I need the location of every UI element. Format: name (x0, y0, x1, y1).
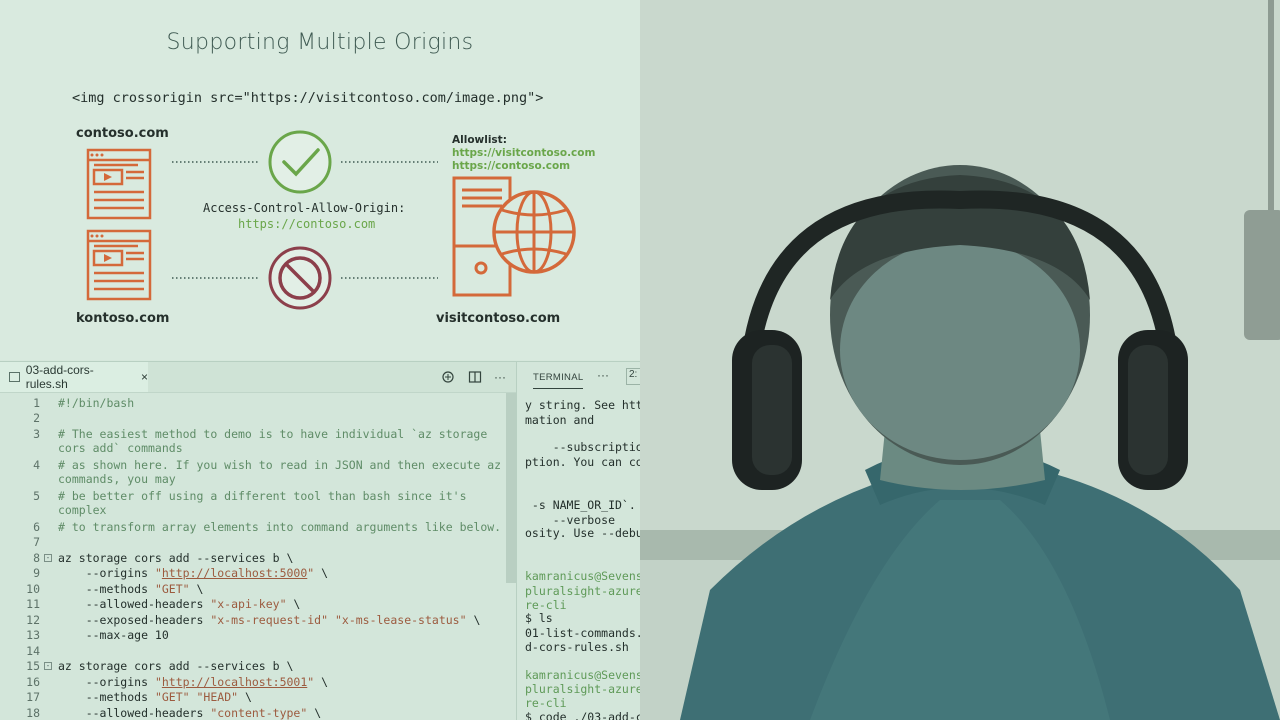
globe-icon (492, 190, 576, 274)
line-number: 7 (33, 535, 40, 549)
close-tab-icon[interactable]: × (141, 370, 148, 384)
person-with-headphones-image (640, 0, 1280, 720)
line-number: 5 (33, 489, 40, 503)
line-number: 13 (26, 628, 40, 642)
code-line: --allowed-headers "content-type" \ (58, 706, 322, 720)
code-line: # be better off using a different tool t… (58, 489, 467, 517)
line-number: 16 (26, 675, 40, 689)
terminal-selector[interactable]: 2: (626, 368, 640, 385)
editor-tab-bar: 03-add-cors-rules.sh × ··· (0, 362, 516, 393)
terminal-prompt-line: re-cli (525, 598, 567, 612)
code-line: --origins "http://localhost:5000" \ (58, 566, 329, 580)
terminal-line: y string. See htt (525, 398, 640, 412)
cors-diagram (86, 130, 576, 310)
terminal-line: mation and (525, 413, 595, 427)
line-number: 18 (26, 706, 40, 720)
terminal-line: ption. You can co (525, 455, 640, 469)
line-number: 10 (26, 582, 40, 596)
terminal-line: $ code ./03-add-c (525, 710, 640, 720)
line-number: 3 (33, 427, 40, 441)
code-area[interactable]: 1 #!/bin/bash 2 3 # The easiest method t… (0, 393, 516, 720)
editor-tab-label: 03-add-cors-rules.sh (25, 363, 94, 391)
code-line: az storage cors add --services b \ (58, 659, 294, 673)
terminal-line: --verbose (525, 513, 616, 527)
line-number: 14 (26, 644, 40, 658)
code-line: --origins "http://localhost:5001" \ (58, 675, 329, 689)
terminal-more-icon[interactable]: ··· (597, 368, 609, 382)
terminal-panel[interactable]: TERMINAL ··· 2: y string. See htt mation… (516, 361, 640, 720)
blocked-circle-icon (268, 246, 332, 310)
code-line: # to transform array elements into comma… (58, 520, 502, 534)
terminal-line: 01-list-commands. (525, 626, 640, 640)
code-line: --max-age 10 (58, 628, 169, 642)
left-panel: Supporting Multiple Origins <img crossor… (0, 0, 640, 720)
browser-window-icon (86, 229, 152, 301)
terminal-header: TERMINAL ··· 2: (517, 362, 640, 392)
fold-icon[interactable]: - (44, 554, 52, 562)
line-number: 1 (33, 396, 40, 410)
open-changes-icon[interactable] (440, 369, 456, 385)
check-circle-icon (268, 130, 332, 194)
editor-tab[interactable]: 03-add-cors-rules.sh × (0, 362, 148, 392)
browser-window-icon (86, 148, 152, 220)
terminal-prompt-line: kamranicus@Sevens (525, 668, 640, 682)
terminal-prompt-line: pluralsight-azure (525, 682, 640, 696)
line-number: 9 (33, 566, 40, 580)
line-number: 8 (33, 551, 40, 565)
line-number: 2 (33, 411, 40, 425)
more-actions-icon[interactable]: ··· (492, 369, 508, 385)
code-line: # The easiest method to demo is to have … (58, 427, 488, 455)
terminal-line: osity. Use --debu (525, 526, 640, 540)
code-line: az storage cors add --services b \ (58, 551, 294, 565)
slide: Supporting Multiple Origins <img crossor… (0, 0, 640, 360)
code-line: --methods "GET" "HEAD" \ (58, 690, 252, 704)
editor-scrollbar[interactable] (506, 393, 516, 583)
terminal-line: --subscriptio (525, 440, 640, 454)
fold-icon[interactable]: - (44, 662, 52, 670)
terminal-tab[interactable]: TERMINAL (533, 372, 584, 389)
line-number: 17 (26, 690, 40, 704)
terminal-prompt-line: pluralsight-azure (525, 584, 640, 598)
terminal-line: d-cors-rules.sh (525, 640, 629, 654)
file-icon (9, 372, 20, 382)
split-editor-icon[interactable] (467, 369, 483, 385)
code-line: --exposed-headers "x-ms-request-id" "x-m… (58, 613, 481, 627)
code-editor: 03-add-cors-rules.sh × ··· 1 #!/bin/bash… (0, 361, 516, 720)
presenter-photo (640, 0, 1280, 720)
line-number: 11 (26, 597, 40, 611)
code-line: # as shown here. If you wish to read in … (58, 458, 502, 486)
terminal-line: $ ls (525, 611, 553, 625)
code-line: --allowed-headers "x-api-key" \ (58, 597, 301, 611)
code-line: --methods "GET" \ (58, 582, 204, 596)
terminal-prompt-line: kamranicus@Sevens (525, 569, 640, 583)
terminal-prompt-line: re-cli (525, 696, 567, 710)
line-number: 15 (26, 659, 40, 673)
line-number: 12 (26, 613, 40, 627)
terminal-line: -s NAME_OR_ID`. (525, 498, 636, 512)
line-number: 6 (33, 520, 40, 534)
code-line: #!/bin/bash (58, 396, 135, 410)
line-number: 4 (33, 458, 40, 472)
